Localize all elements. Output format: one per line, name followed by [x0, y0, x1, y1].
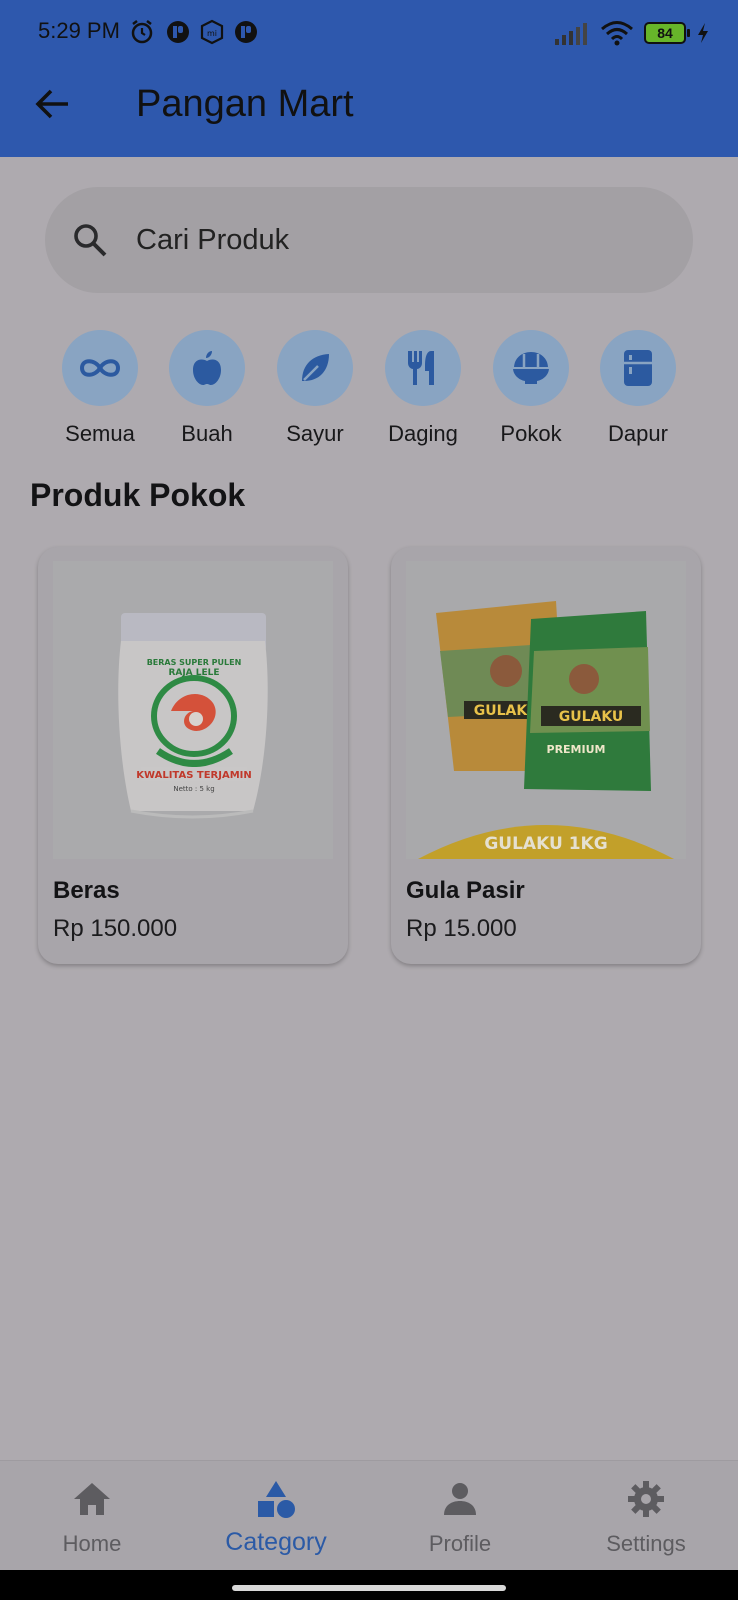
product-name: Beras: [53, 877, 120, 904]
category-label: Buah: [181, 421, 233, 446]
svg-text:BERAS SUPER PULEN: BERAS SUPER PULEN: [147, 658, 242, 667]
wifi-icon: [601, 21, 633, 46]
category-semua[interactable]: Semua: [47, 330, 153, 447]
nav-category[interactable]: Category: [184, 1461, 368, 1571]
category-icon-circle: [493, 330, 569, 406]
alarm-icon: [131, 20, 153, 44]
svg-text:KWALITAS TERJAMIN: KWALITAS TERJAMIN: [136, 770, 251, 781]
back-button[interactable]: [30, 82, 74, 126]
product-price: Rp 15.000: [406, 915, 517, 942]
category-pokok[interactable]: Pokok: [478, 330, 584, 447]
category-icon-circle: [385, 330, 461, 406]
category-buah[interactable]: Buah: [154, 330, 260, 447]
nav-label: Home: [62, 1531, 122, 1556]
status-time: 5:29 PM: [38, 18, 120, 43]
nav-label: Profile: [428, 1531, 492, 1556]
search-icon: [74, 224, 107, 257]
page-title: Pangan Mart: [136, 83, 354, 125]
svg-text:PREMIUM: PREMIUM: [547, 743, 606, 756]
nav-profile[interactable]: Profile: [368, 1461, 552, 1571]
home-icon: [74, 1483, 110, 1515]
product-image: GULAKU GULAKU PREMIUM GULAKU 1KG: [406, 561, 686, 859]
app-bar: 5:29 PM mi 84 Pangan Mart: [0, 0, 738, 157]
product-card-gula-pasir[interactable]: GULAKU GULAKU PREMIUM GULAKU 1KG Gula Pa…: [391, 547, 701, 964]
bottom-navigation: Home Category Profile Settings: [0, 1460, 738, 1570]
svg-text:GULAKU 1KG: GULAKU 1KG: [484, 834, 607, 854]
search-input[interactable]: Cari Produk: [45, 187, 693, 293]
gear-icon: [628, 1481, 664, 1517]
category-daging[interactable]: Daging: [370, 330, 476, 447]
fork-knife-icon: [408, 351, 434, 385]
infinity-icon: [79, 359, 121, 377]
person-icon: [444, 1483, 476, 1515]
category-icon-circle: [169, 330, 245, 406]
category-icon-circle: [62, 330, 138, 406]
apple-icon: [193, 351, 221, 385]
category-icon-circle: [600, 330, 676, 406]
fridge-icon: [624, 350, 652, 386]
svg-text:GULAKU: GULAKU: [559, 709, 624, 725]
battery-indicator: 84: [644, 22, 690, 44]
status-bar: 5:29 PM mi 84: [0, 0, 738, 66]
rice-bowl-icon: [513, 352, 549, 384]
product-image: BERAS SUPER PULEN RAJA LELE KWALITAS TER…: [53, 561, 333, 859]
search-placeholder: Cari Produk: [136, 224, 290, 256]
category-icon-circle: [277, 330, 353, 406]
app-notification-icon: [167, 21, 189, 43]
charging-icon: [698, 23, 708, 43]
category-label: Daging: [388, 421, 458, 446]
arrow-back-icon: [35, 89, 68, 119]
leaf-icon: [302, 354, 329, 381]
product-name: Gula Pasir: [406, 877, 525, 904]
product-price: Rp 150.000: [53, 915, 178, 942]
svg-text:Netto : 5 kg: Netto : 5 kg: [173, 785, 214, 793]
mi-icon: mi: [200, 19, 224, 45]
category-dapur[interactable]: Dapur: [585, 330, 691, 447]
sugar-bag-image: GULAKU GULAKU PREMIUM GULAKU 1KG: [406, 561, 686, 859]
nav-label: Settings: [606, 1531, 686, 1556]
svg-text:mi: mi: [207, 29, 217, 38]
nav-home[interactable]: Home: [0, 1461, 184, 1571]
product-card-beras[interactable]: BERAS SUPER PULEN RAJA LELE KWALITAS TER…: [38, 547, 348, 964]
category-icon: [258, 1481, 295, 1518]
category-sayur[interactable]: Sayur: [262, 330, 368, 447]
category-label: Sayur: [286, 421, 344, 446]
category-label: Pokok: [500, 421, 562, 446]
nav-settings[interactable]: Settings: [554, 1461, 738, 1571]
gesture-handle[interactable]: [232, 1585, 506, 1591]
rice-bag-image: BERAS SUPER PULEN RAJA LELE KWALITAS TER…: [53, 561, 333, 859]
category-label: Dapur: [608, 421, 668, 446]
category-label: Semua: [65, 421, 135, 446]
app-notification-icon: [235, 21, 257, 43]
section-title: Produk Pokok: [30, 477, 246, 513]
nav-label: Category: [225, 1528, 327, 1556]
signal-icon: [555, 23, 587, 45]
